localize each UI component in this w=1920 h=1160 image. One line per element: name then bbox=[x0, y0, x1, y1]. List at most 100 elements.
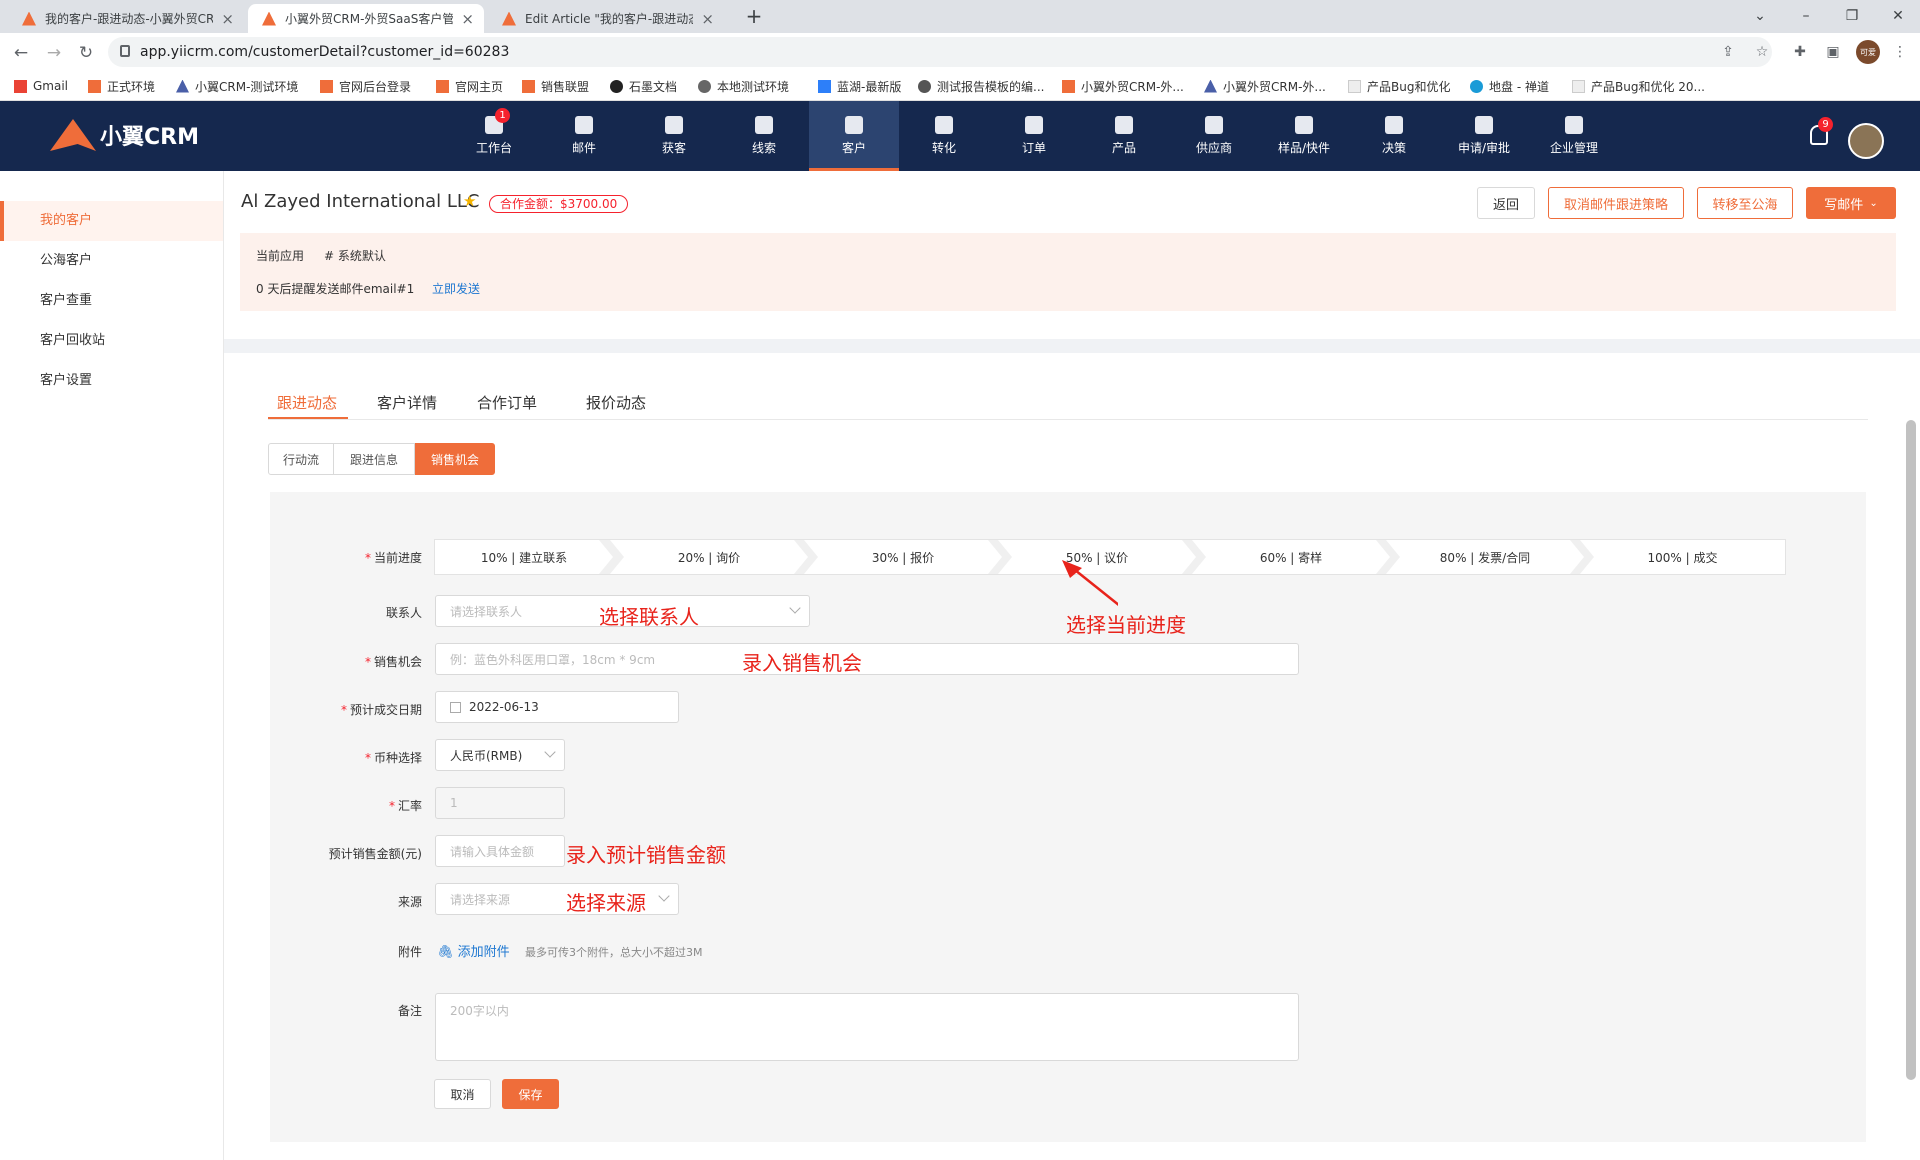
sidebar-item-duplicate-check[interactable]: 客户查重 bbox=[0, 281, 223, 321]
progress-step-60[interactable]: 60% | 寄样 bbox=[1192, 540, 1390, 574]
bookmark-item[interactable]: Gmail bbox=[14, 77, 68, 95]
decision-icon bbox=[1385, 116, 1403, 134]
bookmark-item[interactable]: 官网后台登录 bbox=[320, 77, 411, 95]
bookmark-item[interactable]: 测试报告模板的编... bbox=[918, 77, 1044, 95]
bookmark-item[interactable]: 产品Bug和优化 bbox=[1348, 77, 1450, 95]
send-now-link[interactable]: 立即发送 bbox=[432, 280, 480, 297]
bookmark-item[interactable]: 官网主页 bbox=[436, 77, 503, 95]
chevron-down-icon: ⌄ bbox=[1869, 197, 1878, 209]
bookmark-label: 石墨文档 bbox=[629, 79, 678, 94]
nav-item[interactable]: 订单 bbox=[989, 101, 1079, 171]
tab-title: 我的客户-跟进动态-小翼外贸CRM bbox=[45, 12, 214, 26]
segment-sales-opportunity[interactable]: 销售机会 bbox=[415, 443, 495, 475]
minimize-icon[interactable]: – bbox=[1786, 4, 1826, 28]
opportunity-input[interactable]: 例：蓝色外科医用口罩，18cm * 9cm bbox=[435, 643, 1299, 675]
nav-item[interactable]: 申请/审批 bbox=[1439, 101, 1529, 171]
nav-item[interactable]: 邮件 bbox=[539, 101, 629, 171]
calendar-icon bbox=[450, 701, 461, 713]
tab-orders[interactable]: 合作订单 bbox=[477, 392, 537, 413]
back-icon[interactable]: ← bbox=[9, 41, 33, 65]
customer-name: Al Zayed International LLC bbox=[241, 191, 480, 212]
close-tab-icon[interactable]: × bbox=[461, 10, 474, 28]
nav-item[interactable]: 转化 bbox=[899, 101, 989, 171]
browser-tab[interactable]: Edit Article "我的客户-跟进动态 × bbox=[488, 4, 724, 33]
move-to-pool-button[interactable]: 转移至公海 bbox=[1697, 187, 1793, 219]
app-logo[interactable]: 小翼CRM bbox=[50, 119, 199, 151]
write-mail-button[interactable]: 写邮件 ⌄ bbox=[1806, 187, 1896, 219]
progress-step-20[interactable]: 20% | 询价 bbox=[610, 540, 808, 574]
annotation-progress: 选择当前进度 bbox=[1066, 613, 1186, 637]
sidebar-item-recycle-bin[interactable]: 客户回收站 bbox=[0, 321, 223, 361]
progress-step-100[interactable]: 100% | 成交 bbox=[1580, 540, 1785, 574]
browser-tab[interactable]: 我的客户-跟进动态-小翼外贸CRM × bbox=[8, 4, 244, 33]
tab-search-icon[interactable]: ⌄ bbox=[1740, 4, 1780, 28]
more-menu-icon[interactable]: ⋮ bbox=[1890, 42, 1910, 62]
bookmark-item[interactable]: 石墨文档 bbox=[610, 77, 677, 95]
share-icon[interactable]: ⇪ bbox=[1718, 42, 1738, 62]
page-scrollbar[interactable] bbox=[1906, 420, 1916, 1080]
sidebar-item-public-pool[interactable]: 公海客户 bbox=[0, 241, 223, 281]
profile-avatar[interactable]: 可爱 bbox=[1856, 40, 1880, 64]
nav-item[interactable]: 企业管理 bbox=[1529, 101, 1619, 171]
bookmark-item[interactable]: 小翼外贸CRM-外... bbox=[1062, 77, 1184, 95]
progress-step-30[interactable]: 30% | 报价 bbox=[804, 540, 1002, 574]
progress-step-80[interactable]: 80% | 发票/合同 bbox=[1386, 540, 1584, 574]
bookmark-item[interactable]: 本地测试环境 bbox=[698, 77, 789, 95]
nav-item[interactable]: 供应商 bbox=[1169, 101, 1259, 171]
amount-input[interactable]: 请输入具体金额 bbox=[435, 835, 565, 867]
star-icon[interactable]: ★ bbox=[463, 192, 476, 210]
bookmark-item[interactable]: 小翼CRM-测试环境 bbox=[176, 77, 298, 95]
bookmark-item[interactable]: 蓝湖-最新版 bbox=[818, 77, 901, 95]
lanhu-icon bbox=[818, 79, 831, 93]
bookmark-item[interactable]: 小翼外贸CRM-外... bbox=[1204, 77, 1326, 95]
nav-item[interactable]: 线索 bbox=[719, 101, 809, 171]
nav-item[interactable]: 客户 bbox=[809, 101, 899, 171]
back-button[interactable]: 返回 bbox=[1477, 187, 1535, 219]
reload-icon[interactable]: ↻ bbox=[74, 41, 98, 65]
url-field[interactable]: app.yiicrm.com/customerDetail?customer_i… bbox=[108, 37, 1772, 67]
currency-select[interactable]: 人民币(RMB) bbox=[435, 739, 565, 771]
note-textarea[interactable]: 200字以内 bbox=[435, 993, 1299, 1061]
sidebar-item-my-customers[interactable]: 我的客户 bbox=[0, 201, 223, 241]
segment-followup-info[interactable]: 跟进信息 bbox=[333, 443, 415, 475]
nav-item-label: 工作台 bbox=[475, 141, 512, 155]
segment-action-stream[interactable]: 行动流 bbox=[268, 443, 334, 475]
tab-customer-detail[interactable]: 客户详情 bbox=[377, 392, 437, 413]
bookmark-label: 本地测试环境 bbox=[717, 79, 790, 94]
new-tab-icon[interactable]: + bbox=[734, 4, 774, 28]
nav-item[interactable]: 样品/快件 bbox=[1259, 101, 1349, 171]
sidebar-item-settings[interactable]: 客户设置 bbox=[0, 361, 223, 401]
date-picker[interactable]: 2022-06-13 bbox=[435, 691, 679, 723]
chevron-down-icon bbox=[789, 602, 801, 614]
amount-placeholder: 请输入具体金额 bbox=[450, 844, 535, 859]
bookmark-item[interactable]: 产品Bug和优化 20... bbox=[1572, 77, 1705, 95]
save-button[interactable]: 保存 bbox=[502, 1079, 559, 1109]
progress-step-10[interactable]: 10% | 建立联系 bbox=[435, 540, 613, 574]
nav-item[interactable]: 决策 bbox=[1349, 101, 1439, 171]
close-window-icon[interactable]: ✕ bbox=[1878, 4, 1918, 28]
browser-tab-active[interactable]: 小翼外贸CRM-外贸SaaS客户管理 × bbox=[248, 4, 484, 33]
nav-item[interactable]: 获客 bbox=[629, 101, 719, 171]
tab-label: 客户详情 bbox=[377, 394, 438, 412]
progress-label: * 当前进度 bbox=[364, 551, 422, 565]
tab-quotes[interactable]: 报价动态 bbox=[586, 392, 646, 413]
tab-followup[interactable]: 跟进动态 bbox=[277, 392, 337, 413]
close-tab-icon[interactable]: × bbox=[221, 10, 234, 28]
nav-item[interactable]: 1 工作台 bbox=[449, 101, 539, 171]
bookmark-item[interactable]: 销售联盟 bbox=[522, 77, 589, 95]
side-panel-icon[interactable]: ▣ bbox=[1823, 42, 1843, 62]
forward-icon[interactable]: → bbox=[42, 41, 66, 65]
extensions-icon[interactable]: ✚ bbox=[1790, 42, 1810, 62]
maximize-icon[interactable]: ❐ bbox=[1832, 4, 1872, 28]
bookmark-star-icon[interactable]: ☆ bbox=[1752, 42, 1772, 62]
bookmark-item[interactable]: 正式环境 bbox=[88, 77, 155, 95]
doc-icon bbox=[918, 79, 931, 93]
add-attachment-link[interactable]: 🖇 添加附件 bbox=[437, 941, 510, 960]
close-tab-icon[interactable]: × bbox=[701, 10, 714, 28]
nav-item[interactable]: 产品 bbox=[1079, 101, 1169, 171]
tab-label: 报价动态 bbox=[586, 394, 647, 412]
user-avatar[interactable] bbox=[1848, 123, 1884, 159]
bookmark-item[interactable]: 地盘 - 禅道 bbox=[1470, 77, 1549, 95]
cancel-strategy-button[interactable]: 取消邮件跟进策略 bbox=[1548, 187, 1684, 219]
cancel-button[interactable]: 取消 bbox=[434, 1079, 491, 1109]
